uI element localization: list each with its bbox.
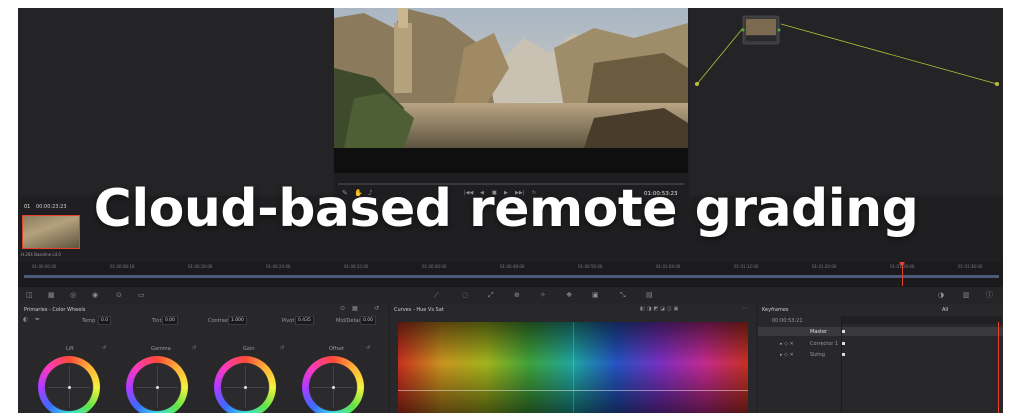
- temp-label: Temp: [82, 318, 96, 324]
- timeline-tick: 01:00:08:18: [110, 264, 135, 269]
- tint-label: Tint: [152, 318, 162, 324]
- timeline-tick: 01:00:24:00: [266, 264, 291, 269]
- timeline-track[interactable]: [24, 275, 999, 278]
- curves-panel: Curves - Hue Vs Sat ◧◨◩◪◫▣ ⋯: [390, 304, 756, 413]
- track-expand-icon[interactable]: ▸ ◇ ✕: [780, 341, 794, 347]
- curve-grid-v: [573, 322, 574, 413]
- keyframe-marker[interactable]: [842, 353, 845, 356]
- keyframe-marker[interactable]: [842, 330, 845, 333]
- viewer-image: [334, 8, 688, 148]
- curves-options-icon[interactable]: ⋯: [742, 305, 748, 313]
- magic-mask-icon[interactable]: ✧: [540, 291, 546, 299]
- timeline-tick: 01:00:00:00: [32, 264, 57, 269]
- contrast-label: Contrast: [208, 318, 230, 324]
- gamma-reset-icon[interactable]: ↺: [192, 344, 196, 352]
- hue-sat-curve-graph[interactable]: [398, 322, 748, 413]
- keyframe-divider: [841, 316, 842, 413]
- timeline-tick: 01:00:56:00: [578, 264, 603, 269]
- picker-icon[interactable]: ✒: [35, 316, 40, 324]
- auto-balance-icon[interactable]: ◐: [23, 316, 28, 324]
- timeline-tick: 01:00:48:00: [500, 264, 525, 269]
- color-wheels-title: Primaries - Color Wheels: [24, 307, 86, 313]
- timeline-tick: 01:01:04:00: [656, 264, 681, 269]
- middetail-label: Mid/Detail: [336, 318, 362, 324]
- temp-field[interactable]: 0.0: [98, 316, 112, 325]
- keyframes-panel: Keyframes All 00:00:53:21 Master ▸ ◇ ✕ C…: [758, 304, 1003, 413]
- tracker-icon[interactable]: ⊕: [514, 291, 520, 299]
- track-expand-icon[interactable]: ▸ ◇ ✕: [780, 352, 794, 358]
- node-editor: [691, 8, 1003, 194]
- key-icon[interactable]: ▣: [592, 291, 599, 299]
- blur-icon[interactable]: ❖: [566, 291, 572, 299]
- palette-toolbar: ◫ ▦ ◎ ◉ ⊙ ▭ ⟋ ◌ ⤢ ⊕ ✧ ❖ ▣ ⤡ ▤ ◑ ▥ ⓘ: [18, 286, 1003, 305]
- lift-wheel[interactable]: [38, 356, 100, 413]
- scopes-icon[interactable]: ▥: [963, 291, 970, 299]
- timeline-tick: 01:01:28:00: [890, 264, 915, 269]
- pivot-label: Pivot: [282, 318, 295, 324]
- info-icon[interactable]: ⓘ: [986, 291, 993, 299]
- gamma-wheel[interactable]: [126, 356, 188, 413]
- contrast-field[interactable]: 1.000: [228, 316, 247, 325]
- color-wheels-icon[interactable]: ◎: [70, 291, 76, 299]
- track-label-corrector: Corrector 1: [810, 341, 839, 347]
- timeline-tick: 01:01:36:00: [958, 264, 983, 269]
- gain-wheel[interactable]: [214, 356, 276, 413]
- motion-effects-icon[interactable]: ⊙: [116, 291, 122, 299]
- timeline-tick: 01:00:16:06: [188, 264, 213, 269]
- 3d-icon[interactable]: ▤: [646, 291, 653, 299]
- hdr-icon[interactable]: ▭: [138, 291, 145, 299]
- offset-reset-icon[interactable]: ↺: [366, 344, 370, 352]
- curves-icon[interactable]: ⟋: [434, 291, 439, 299]
- keyframe-playhead[interactable]: [998, 322, 999, 413]
- keyframes-timecode: 00:00:53:21: [772, 318, 803, 324]
- middetail-field[interactable]: 0.00: [360, 316, 377, 325]
- keyframe-row-sizing[interactable]: ▸ ◇ ✕ Sizing: [758, 350, 1003, 359]
- keyframe-ruler: [842, 316, 1002, 324]
- sizing-icon[interactable]: ⤡: [620, 291, 626, 299]
- node-graph: [695, 15, 999, 86]
- wheel-label-offset: Offset: [329, 346, 345, 352]
- wheel-label-lift: Lift: [66, 346, 74, 352]
- wheel-reset-icon[interactable]: ↺: [374, 305, 379, 313]
- color-wheels-panel: Primaries - Color Wheels ⊙ ▦ ↺ ◐ ✒ Temp …: [18, 304, 388, 413]
- gain-reset-icon[interactable]: ↺: [280, 344, 284, 352]
- wheel-options-icon[interactable]: ⊙: [340, 305, 345, 313]
- wheel-bars-icon[interactable]: ▦: [352, 305, 358, 313]
- keyframe-row-corrector[interactable]: ▸ ◇ ✕ Corrector 1: [758, 339, 1003, 348]
- pivot-field[interactable]: 0.435: [295, 316, 314, 325]
- timeline-tick: 01:00:40:00: [422, 264, 447, 269]
- color-match-icon[interactable]: ▦: [48, 291, 55, 299]
- tint-field[interactable]: 0.00: [162, 316, 179, 325]
- curves-title: Curves - Hue Vs Sat: [394, 307, 444, 313]
- headline: Cloud-based remote grading: [93, 179, 919, 239]
- rgb-mixer-icon[interactable]: ◉: [92, 291, 98, 299]
- keyframe-row-master[interactable]: Master: [758, 327, 1003, 336]
- keyframes-title: Keyframes: [762, 307, 789, 313]
- timeline-tick: 01:01:12:00: [734, 264, 759, 269]
- keyframes-toggle-icon[interactable]: ◑: [938, 291, 944, 299]
- viewer-panel: ✎ ✋ ♪ |◀◀ ◀ ■ ▶ ▶▶| ↻ 01:00:53:23: [334, 8, 689, 198]
- timeline-tick: 01:00:32:00: [344, 264, 369, 269]
- track-label-sizing: Sizing: [810, 352, 825, 358]
- wheel-label-gain: Gain: [243, 346, 255, 352]
- qualifier-icon[interactable]: ◌: [462, 291, 468, 299]
- wheel-label-gamma: Gamma: [151, 346, 171, 352]
- offset-wheel[interactable]: [302, 356, 364, 413]
- viewer-letterbox: [334, 148, 688, 173]
- keyframes-filter[interactable]: All: [942, 307, 948, 313]
- keyframe-marker[interactable]: [842, 342, 845, 345]
- track-label-master: Master: [810, 329, 828, 335]
- timeline-tick: 01:01:20:00: [812, 264, 837, 269]
- lift-reset-icon[interactable]: ↺: [102, 344, 106, 352]
- window-icon[interactable]: ⤢: [488, 291, 494, 299]
- curve-mode-icons[interactable]: ◧◨◩◪◫▣: [640, 305, 680, 313]
- camera-raw-icon[interactable]: ◫: [26, 291, 33, 299]
- gallery-panel: [18, 8, 332, 194]
- clip-codec: H.264 Baseline L4.0: [21, 252, 61, 257]
